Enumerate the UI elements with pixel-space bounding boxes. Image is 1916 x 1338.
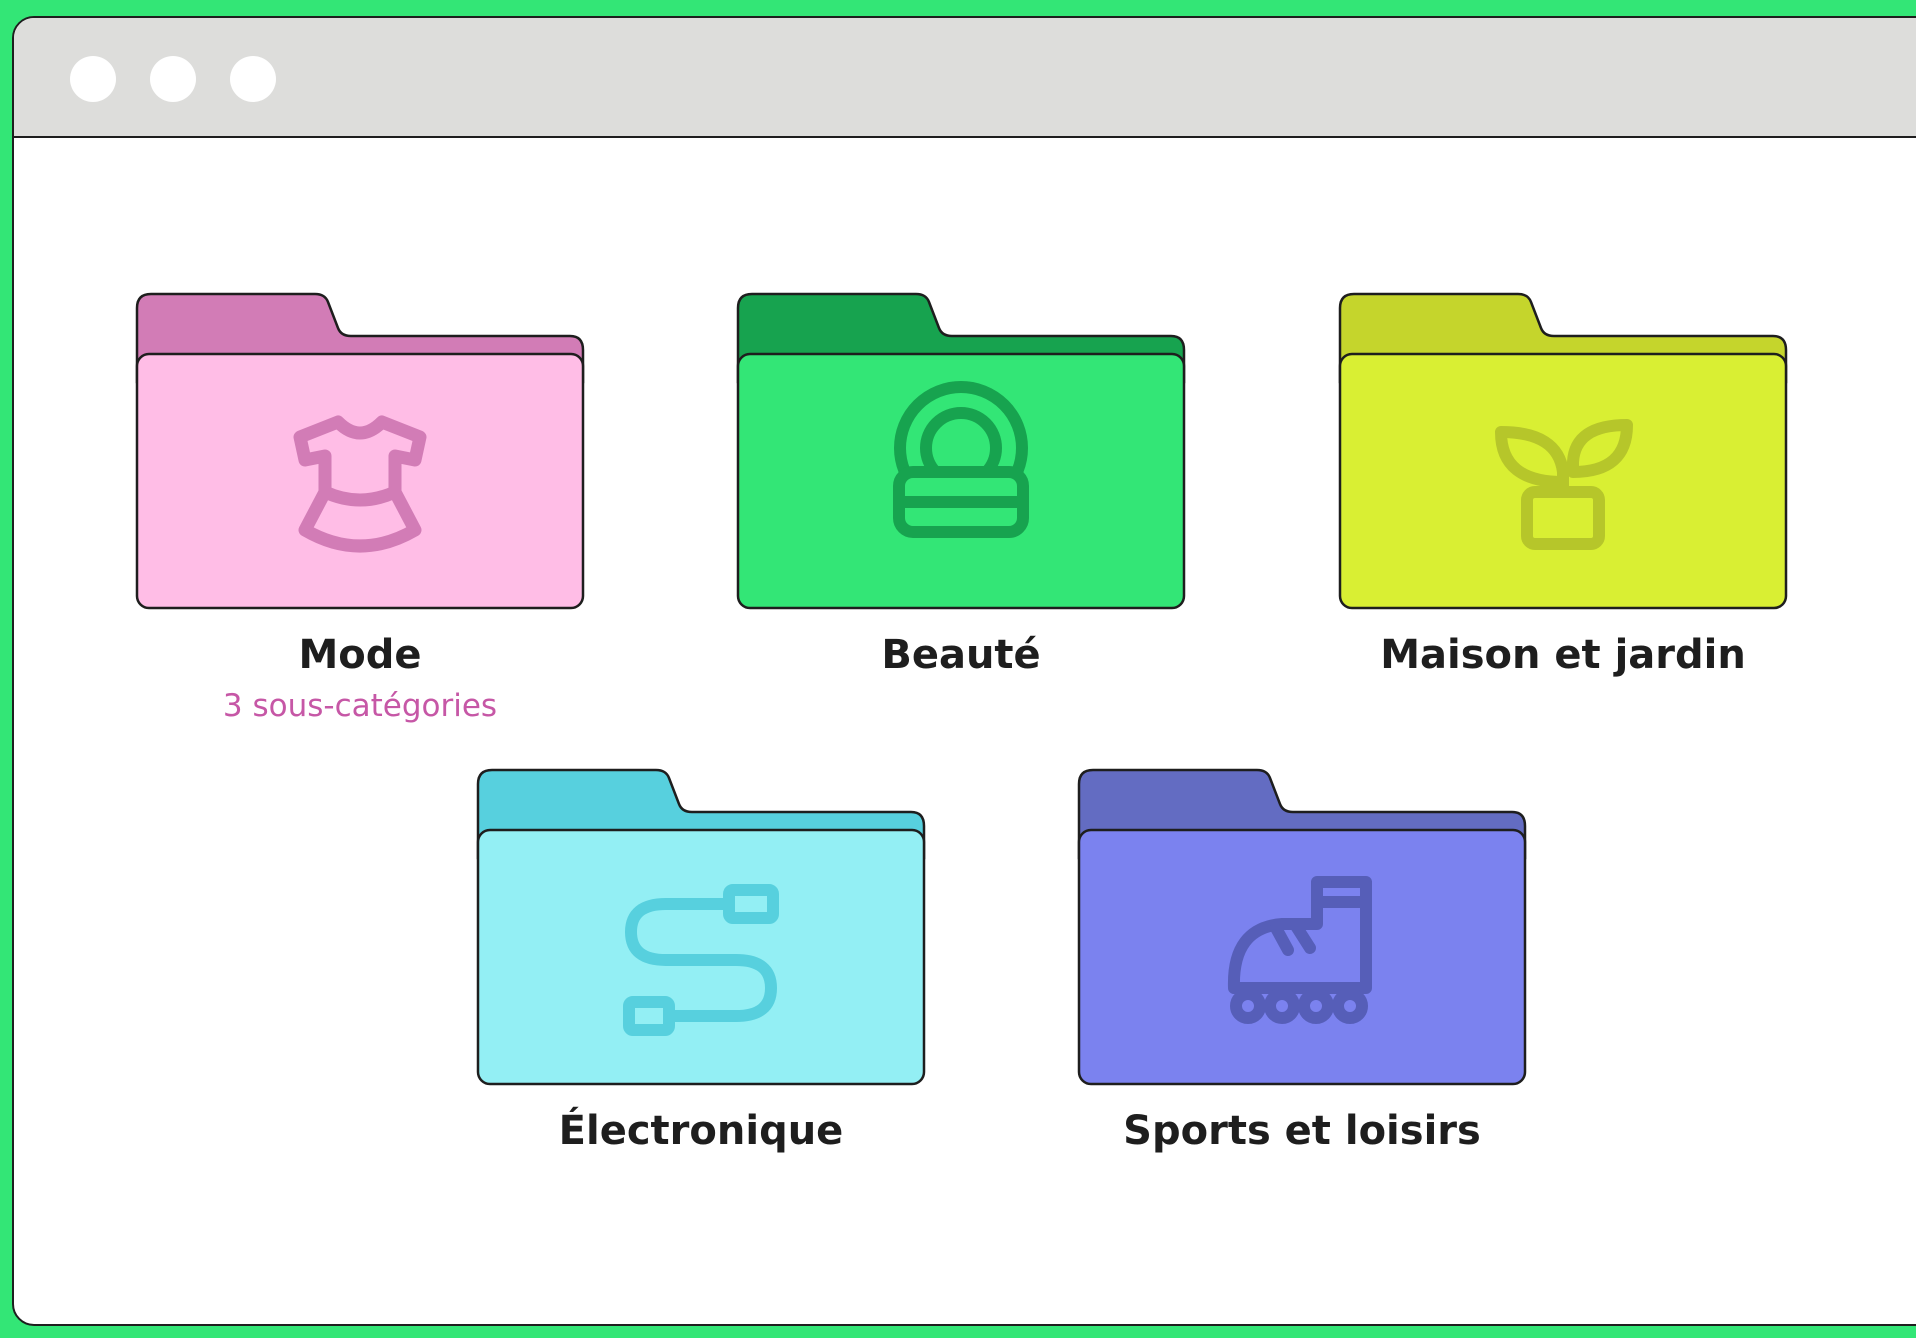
minimize-window-dot[interactable] (150, 56, 196, 102)
category-folder-mode[interactable]: Mode 3 sous-catégories (135, 292, 585, 732)
folder-shape (135, 292, 585, 610)
folder-shape (736, 292, 1186, 610)
category-folder-maison-et-jardin[interactable]: Maison et jardin (1338, 292, 1788, 692)
category-label: Beauté (881, 632, 1041, 678)
category-folder-electronique[interactable]: Électronique (476, 768, 926, 1168)
folder-shape (1077, 768, 1527, 1086)
folder-shape (1338, 292, 1788, 610)
category-label: Électronique (558, 1108, 844, 1154)
category-label: Mode (298, 632, 422, 678)
category-folder-sports-et-loisirs[interactable]: Sports et loisirs (1077, 768, 1527, 1168)
category-label: Sports et loisirs (1123, 1108, 1481, 1154)
folder-shape (476, 768, 926, 1086)
close-window-dot[interactable] (70, 56, 116, 102)
category-folder-beaute[interactable]: Beauté (736, 292, 1186, 692)
category-label: Maison et jardin (1380, 632, 1746, 678)
title-bar (14, 18, 1916, 138)
category-subtitle: 3 sous-catégories (222, 688, 498, 724)
maximize-window-dot[interactable] (230, 56, 276, 102)
